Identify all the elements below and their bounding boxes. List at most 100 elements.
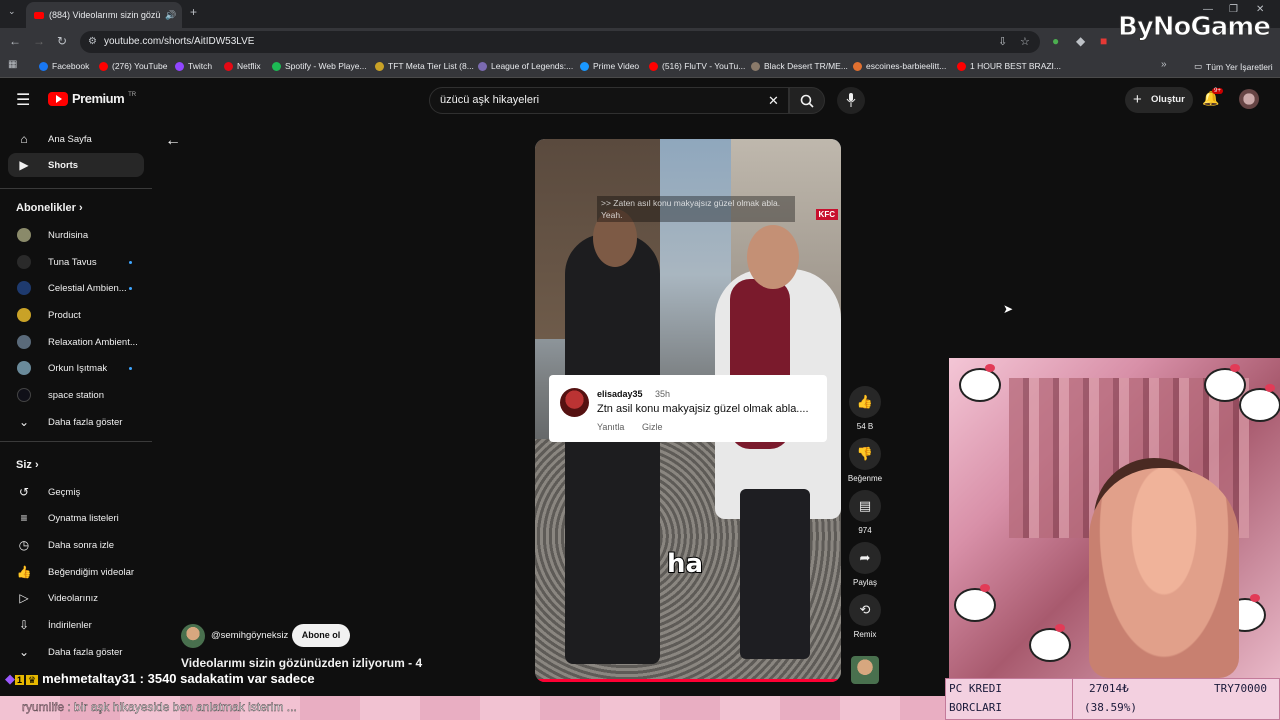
vip-badge-icon: ♛ xyxy=(26,675,39,685)
url-field[interactable]: ⚙ youtube.com/shorts/AitIDW53LVE ⇩ ☆ xyxy=(80,31,1040,53)
chevron-down-icon: ⌄ xyxy=(18,645,30,659)
sidebar-channel[interactable]: Nurdisina xyxy=(8,223,144,247)
apps-icon[interactable]: ▦ xyxy=(8,59,17,70)
bookmark-youtube[interactable]: (276) YouTube xyxy=(99,61,167,71)
browser-tab[interactable]: (884) Videolarımı sizin gözü 🔊 ✕ xyxy=(26,2,182,28)
all-bookmarks[interactable]: ▭ Tüm Yer İşaretleri xyxy=(1194,61,1273,72)
sidebar-item-watch-later[interactable]: ◷ Daha sonra izle xyxy=(8,533,144,557)
sidebar-item-your-videos[interactable]: ▷ Videolarınız xyxy=(8,586,144,610)
sidebar-channel[interactable]: Relaxation Ambient... xyxy=(8,330,144,354)
sidebar-show-more-subs[interactable]: ⌄ Daha fazla göster xyxy=(8,410,144,434)
dislike-label: Beğenme xyxy=(847,474,883,483)
like-count: 54 B xyxy=(856,422,874,431)
video-progress-bar[interactable] xyxy=(535,679,841,682)
commenter-avatar[interactable] xyxy=(560,388,589,417)
hello-kitty-decoration xyxy=(1029,624,1071,662)
channel-avatar xyxy=(17,255,31,269)
sidebar-item-shorts[interactable]: ▶ Shorts xyxy=(8,153,144,177)
subscribe-button[interactable]: Abone ol xyxy=(292,624,350,647)
bookmark-twitch[interactable]: Twitch xyxy=(175,61,212,71)
goal-label-2: BORCLARI xyxy=(949,701,1002,714)
bookmark-blackdesert[interactable]: Black Desert TR/ME... xyxy=(751,61,848,71)
sidebar-channel[interactable]: Tuna Tavus xyxy=(8,250,144,274)
install-icon[interactable]: ⇩ xyxy=(998,31,1007,53)
goal-target: TRY70000 xyxy=(1214,682,1267,695)
forward-icon[interactable]: → xyxy=(33,34,45,48)
channel-avatar[interactable] xyxy=(181,624,205,648)
create-button[interactable]: + Oluştur xyxy=(1125,87,1193,113)
comment-count: 974 xyxy=(858,526,872,535)
bookmark-netflix[interactable]: Netflix xyxy=(224,61,261,71)
sidebar-item-home[interactable]: ⌂ Ana Sayfa xyxy=(8,127,144,151)
bookmark-tft[interactable]: TFT Meta Tier List (8... xyxy=(375,61,474,71)
sidebar-channel[interactable]: Orkun Işıtmak xyxy=(8,356,144,380)
like-button[interactable]: 👍 xyxy=(849,386,881,418)
sidebar-item-downloads[interactable]: ⇩ İndirilenler xyxy=(8,613,144,637)
subscriptions-heading[interactable]: Abonelikler › xyxy=(16,202,83,214)
search-button[interactable] xyxy=(789,87,825,114)
back-icon[interactable]: ← xyxy=(9,34,21,48)
tab-title: (884) Videolarımı sizin gözü xyxy=(49,10,161,20)
comment-username[interactable]: elisaday35 xyxy=(597,389,643,399)
sidebar-item-liked[interactable]: 👍 Beğendiğim videolar xyxy=(8,560,144,584)
channel-name[interactable]: @semihgöyneksiz xyxy=(211,630,288,641)
tab-list-icon[interactable]: ⌄ xyxy=(8,6,16,17)
sound-thumbnail[interactable] xyxy=(851,656,879,684)
logo-region: TR xyxy=(128,91,137,98)
comment-text: Ztn asil konu makyajsiz güzel olmak abla… xyxy=(597,403,809,415)
extension-red-icon[interactable]: ■ xyxy=(1100,34,1107,48)
share-button[interactable]: ➦ xyxy=(849,542,881,574)
youtube-header: ☰ Premium TR üzücü aşk hikayeleri ✕ + Ol… xyxy=(0,78,1280,122)
voice-search-button[interactable] xyxy=(837,87,865,114)
video-title[interactable]: Videolarımı sizin gözünüzden izliyorum -… xyxy=(181,656,422,670)
video-caption: >> Zaten asıl konu makyajsız güzel olmak… xyxy=(597,196,795,222)
youtube-logo[interactable]: Premium TR xyxy=(48,91,136,106)
streamer-person xyxy=(1089,468,1239,678)
account-avatar[interactable] xyxy=(1239,89,1259,109)
playlist-icon: ≡ xyxy=(20,511,28,525)
youtube-icon xyxy=(649,61,658,71)
address-bar: ← → ↻ ⚙ youtube.com/shorts/AitIDW53LVE ⇩… xyxy=(0,28,1280,56)
remix-icon: ⟲ xyxy=(859,602,871,617)
sidebar-channel[interactable]: space station xyxy=(8,383,144,407)
download-icon: ⇩ xyxy=(18,618,30,632)
bookmark-prime[interactable]: Prime Video xyxy=(580,61,639,71)
bookmark-spotify[interactable]: Spotify - Web Playe... xyxy=(272,61,367,71)
bookmark-brazil[interactable]: 1 HOUR BEST BRAZI... xyxy=(957,61,1061,71)
dislike-button[interactable]: 👎 xyxy=(849,438,881,470)
you-heading[interactable]: Siz › xyxy=(16,459,39,471)
hide-button[interactable]: Gizle xyxy=(642,422,663,432)
youtube-icon xyxy=(957,61,966,71)
bookmark-lol[interactable]: League of Legends:... xyxy=(478,61,573,71)
reply-button[interactable]: Yanıtla xyxy=(597,422,624,432)
search-input[interactable]: üzücü aşk hikayeleri ✕ xyxy=(429,87,789,114)
url-text: youtube.com/shorts/AitIDW53LVE xyxy=(104,36,255,47)
sidebar-item-playlists[interactable]: ≡ Oynatma listeleri xyxy=(8,506,144,530)
back-arrow-icon[interactable]: ← xyxy=(165,132,181,150)
youtube-icon xyxy=(99,61,108,71)
remix-button[interactable]: ⟲ xyxy=(849,594,881,626)
new-tab-icon[interactable]: + xyxy=(190,5,197,19)
sidebar-item-history[interactable]: ↺ Geçmiş xyxy=(8,480,144,504)
reload-icon[interactable]: ↻ xyxy=(57,34,67,48)
extension-diamond-icon[interactable]: ◆ xyxy=(1076,34,1085,48)
channel-avatar xyxy=(17,388,31,402)
bookmark-escoines[interactable]: escoines-barbieelitt... xyxy=(853,61,946,71)
sidebar-channel[interactable]: Product xyxy=(8,303,144,327)
extension-icon[interactable]: ● xyxy=(1052,34,1059,48)
more-bookmarks-icon[interactable]: » xyxy=(1161,59,1167,70)
bookmark-star-icon[interactable]: ☆ xyxy=(1020,31,1030,53)
audio-icon[interactable]: 🔊 xyxy=(165,10,176,21)
site-info-icon[interactable]: ⚙ xyxy=(88,31,97,53)
menu-icon[interactable]: ☰ xyxy=(16,90,30,110)
clear-search-icon[interactable]: ✕ xyxy=(768,88,779,113)
comments-button[interactable]: ▤ xyxy=(849,490,881,522)
bookmark-flutv[interactable]: (516) FluTV - YouTu... xyxy=(649,61,745,71)
sidebar-channel[interactable]: Celestial Ambien... xyxy=(8,276,144,300)
bookmark-facebook[interactable]: Facebook xyxy=(39,61,89,71)
shorts-icon: ▶ xyxy=(19,158,29,172)
channel-avatar xyxy=(17,361,31,375)
video-icon: ▷ xyxy=(19,591,29,605)
sidebar-show-more-you[interactable]: ⌄ Daha fazla göster xyxy=(8,640,144,664)
comment-icon: ▤ xyxy=(858,498,872,513)
